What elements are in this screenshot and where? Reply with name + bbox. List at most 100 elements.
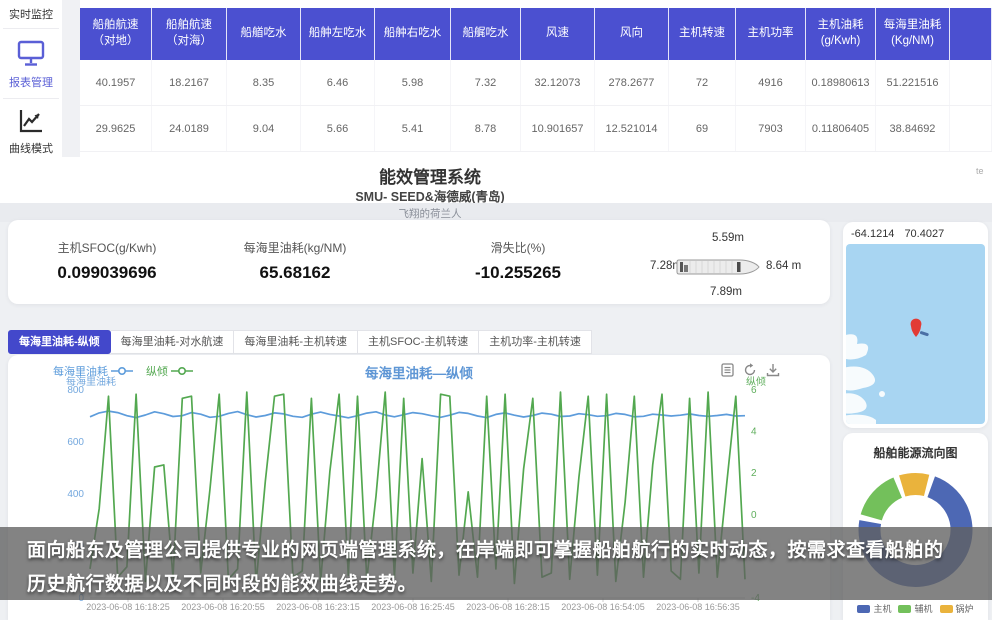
ship-name: 飞翔的荷兰人 (0, 206, 860, 221)
table-cell: 40.1957 (80, 60, 152, 105)
overlay-text-line1: 面向船东及管理公司提供专业的网页端管理系统，在岸端即可掌握船舶航行的实时动态，按… (27, 535, 944, 562)
table-cell: 69 (669, 106, 736, 151)
energy-legend-item[interactable]: 辅机 (898, 602, 932, 615)
draft-left-value: 7.28m (616, 260, 682, 272)
table-cell: 8.78 (451, 106, 521, 151)
table-row: 40.195718.21678.356.465.987.3232.1207327… (80, 60, 992, 106)
table-header-cell: 船舯右吃水 (375, 8, 451, 60)
sidebar-item-realtime[interactable]: 实时监控 (0, 0, 62, 22)
ship-hull (677, 260, 759, 274)
kpi-stat: 滑失比(%) -10.255265 (428, 239, 608, 283)
table-cell: 5.66 (301, 106, 375, 151)
energy-legend-item[interactable]: 锅炉 (940, 602, 974, 615)
chart-tab-0[interactable]: 每海里油耗-纵倾 (8, 330, 111, 354)
legend-label: 主机 (873, 602, 891, 615)
chart-tab-3[interactable]: 主机SFOC-主机转速 (358, 330, 479, 354)
x-axis-label: 2023-06-08 16:54:05 (548, 602, 658, 612)
legend-swatch (857, 605, 870, 613)
line-series-fuel (90, 411, 745, 418)
table-header-cell: 船艉吃水 (451, 8, 521, 60)
sidebar-item-reports[interactable]: 报表管理 (0, 29, 62, 90)
kpi-stat: 每海里油耗(kg/NM) 65.68162 (205, 239, 385, 283)
sidebar: 实时监控 报表管理 曲线模式 (0, 0, 62, 153)
table-cell: 7903 (736, 106, 806, 151)
kpi-label: 主机SFOC(g/Kwh) (17, 239, 197, 256)
table-cell: 12.521014 (595, 106, 669, 151)
x-axis-label: 2023-06-08 16:20:55 (168, 602, 278, 612)
table-cell (950, 106, 992, 151)
map-coordinates: -64.1214 70.4027 (851, 228, 954, 240)
x-axis-label: 2023-06-08 16:23:15 (263, 602, 373, 612)
legend-label: 辅机 (914, 602, 932, 615)
table-header-cell: 主机转速 (669, 8, 736, 60)
map-longitude: -64.1214 (851, 228, 894, 240)
kpi-card: 主机SFOC(g/Kwh) 0.099039696 每海里油耗(kg/NM) 65.6… (8, 220, 830, 304)
curve-icon (16, 122, 46, 139)
table-header-cell: 船舯左吃水 (301, 8, 375, 60)
kpi-value: 65.68162 (205, 263, 385, 283)
y-left-tick: 600 (67, 437, 84, 448)
table-cell: 0.18980613 (806, 60, 876, 105)
table-cell: 29.9625 (80, 106, 152, 151)
map-canvas[interactable] (846, 244, 985, 424)
table-cell: 5.98 (375, 60, 451, 105)
y-right-tick: 6 (751, 385, 757, 396)
energy-legend-item[interactable]: 主机 (857, 602, 891, 615)
sidebar-item-label: 实时监控 (0, 6, 62, 22)
table-cell: 18.2167 (152, 60, 227, 105)
donut-segment-辅机 (871, 488, 897, 518)
table-cell: 9.04 (227, 106, 301, 151)
table-cell: 24.0189 (152, 106, 227, 151)
donut-segment-锅炉 (902, 484, 926, 486)
kpi-stat: 主机SFOC(g/Kwh) 0.099039696 (17, 239, 197, 283)
legend-swatch (898, 605, 911, 613)
table-body: 40.195718.21678.356.465.987.3232.1207327… (80, 60, 992, 152)
table-cell: 4916 (736, 60, 806, 105)
table-header-cell: 船艏吃水 (227, 8, 301, 60)
kpi-value: -10.255265 (428, 263, 608, 283)
legend-label: 锅炉 (956, 602, 974, 615)
x-axis-label: 2023-06-08 16:25:45 (358, 602, 468, 612)
draft-top-value: 5.59m (693, 232, 763, 244)
chart-tab-4[interactable]: 主机功率-主机转速 (479, 330, 592, 354)
x-axis-label: 2023-06-08 16:56:35 (643, 602, 753, 612)
table-cell: 5.41 (375, 106, 451, 151)
table-header-cell: 主机功率 (736, 8, 806, 60)
kpi-value: 0.099039696 (17, 263, 197, 283)
sidebar-item-curves[interactable]: 曲线模式 (0, 99, 62, 156)
chart-tab-2[interactable]: 每海里油耗-主机转速 (234, 330, 358, 354)
table-cell: 0.11806405 (806, 106, 876, 151)
kpi-label: 每海里油耗(kg/NM) (205, 239, 385, 256)
monitor-icon (15, 56, 47, 73)
ship-stern-block (680, 262, 683, 272)
sidebar-gap (62, 0, 80, 157)
x-axis-label: 2023-06-08 16:28:15 (453, 602, 563, 612)
x-axis-label: 2023-06-08 16:18:25 (73, 602, 183, 612)
table-cell: 72 (669, 60, 736, 105)
ship-superstructure (684, 265, 688, 272)
map-latitude: 70.4027 (904, 228, 944, 240)
table-cell: 8.35 (227, 60, 301, 105)
table-header-cell: 每海里油耗 (Kg/NM) (876, 8, 950, 60)
table-cell: 10.901657 (521, 106, 595, 151)
table-header-cell: 风向 (595, 8, 669, 60)
page-title: 能效管理系统 (0, 163, 860, 188)
y-left-tick: 800 (67, 385, 84, 396)
table-header-cell: 船舶航速（对地） (80, 8, 152, 60)
y-right-tick: 4 (751, 427, 757, 438)
table-cell: 278.2677 (595, 60, 669, 105)
overlay-text-line2: 历史航行数据以及不同时段的能效曲线走势。 (27, 569, 417, 596)
table-header-cell (950, 8, 992, 60)
table-cell (950, 60, 992, 105)
y-right-tick: 2 (751, 468, 757, 479)
kpi-label: 滑失比(%) (428, 239, 608, 256)
ship-bow-block (737, 262, 741, 272)
chart-tab-bar: 每海里油耗-纵倾每海里油耗-对水航速每海里油耗-主机转速主机SFOC-主机转速主… (8, 330, 592, 354)
table-header-row: 船舶航速（对地）船舶航速（对海）船艏吃水船舯左吃水船舯右吃水船艉吃水风速风向主机… (80, 8, 992, 60)
report-table: 船舶航速（对地）船舶航速（对海）船艏吃水船舯左吃水船舯右吃水船艉吃水风速风向主机… (80, 8, 992, 152)
table-cell: 6.46 (301, 60, 375, 105)
draft-bottom-value: 7.89m (691, 286, 761, 298)
table-header-cell: 风速 (521, 8, 595, 60)
table-cell: 7.32 (451, 60, 521, 105)
chart-tab-1[interactable]: 每海里油耗-对水航速 (111, 330, 235, 354)
